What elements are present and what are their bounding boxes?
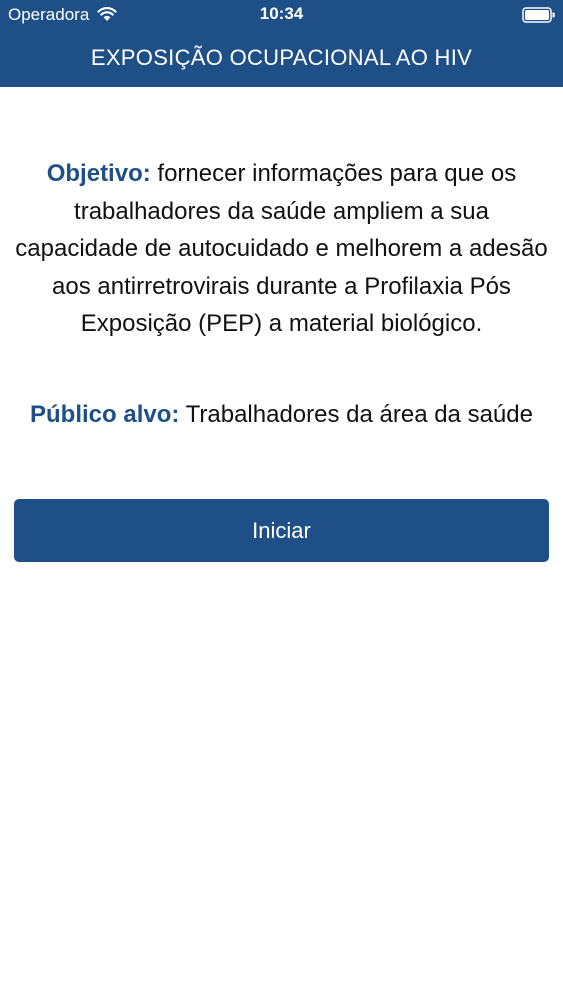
objective-label: Objetivo: — [46, 160, 151, 187]
target-audience-paragraph: Público alvo: Trabalhadores da área da s… — [0, 396, 563, 433]
objective-paragraph: Objetivo: fornecer informações para que … — [10, 155, 553, 343]
audience-label: Público alvo: — [30, 401, 180, 428]
start-button[interactable]: Iniciar — [14, 499, 549, 562]
navigation-bar: EXPOSIÇÃO OCUPACIONAL AO HIV — [0, 30, 563, 87]
status-bar: Operadora 10:34 — [0, 0, 563, 30]
page-title: EXPOSIÇÃO OCUPACIONAL AO HIV — [90, 45, 473, 70]
battery-full-icon — [522, 7, 556, 23]
status-time: 10:34 — [259, 4, 304, 23]
audience-text: Trabalhadores da área da saúde — [179, 401, 533, 428]
